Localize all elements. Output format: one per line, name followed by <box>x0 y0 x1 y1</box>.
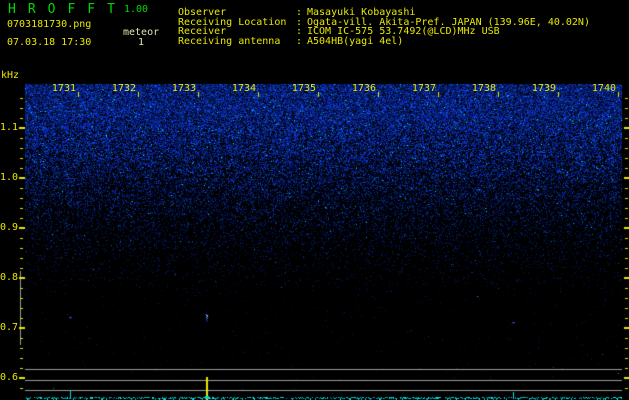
time-tick-label: 1737 <box>411 83 436 94</box>
time-tick-label: 1734 <box>231 83 256 94</box>
freq-tick-label: 0.6 <box>0 372 19 383</box>
hrofft-window: HROFFT 1.00 0703181730.png meteor 07.03.… <box>0 0 629 400</box>
freq-tick-label: 0.9 <box>0 222 19 233</box>
freq-tick-label: 1.1 <box>0 122 19 133</box>
station-colon: : <box>296 36 303 47</box>
time-tick-label: 1736 <box>351 83 376 94</box>
spectrogram-canvas <box>0 0 629 400</box>
freq-tick-label: 0.7 <box>0 322 19 333</box>
time-tick-label: 1738 <box>471 83 496 94</box>
station-label: Receiving antenna <box>178 36 281 47</box>
time-tick-label: 1732 <box>111 83 136 94</box>
freq-axis-unit: kHz <box>1 70 20 81</box>
freq-tick-label: 1.0 <box>0 172 19 183</box>
time-tick-label: 1731 <box>51 83 76 94</box>
time-tick-label: 1740 <box>591 83 616 94</box>
time-tick-label: 1739 <box>531 83 556 94</box>
time-tick-label: 1735 <box>291 83 316 94</box>
station-row-antenna: Receiving antenna: A504HB(yagi 4el) <box>0 37 629 47</box>
freq-tick-label: 0.8 <box>0 272 19 283</box>
station-value: A504HB(yagi 4el) <box>307 36 404 47</box>
time-tick-label: 1733 <box>171 83 196 94</box>
